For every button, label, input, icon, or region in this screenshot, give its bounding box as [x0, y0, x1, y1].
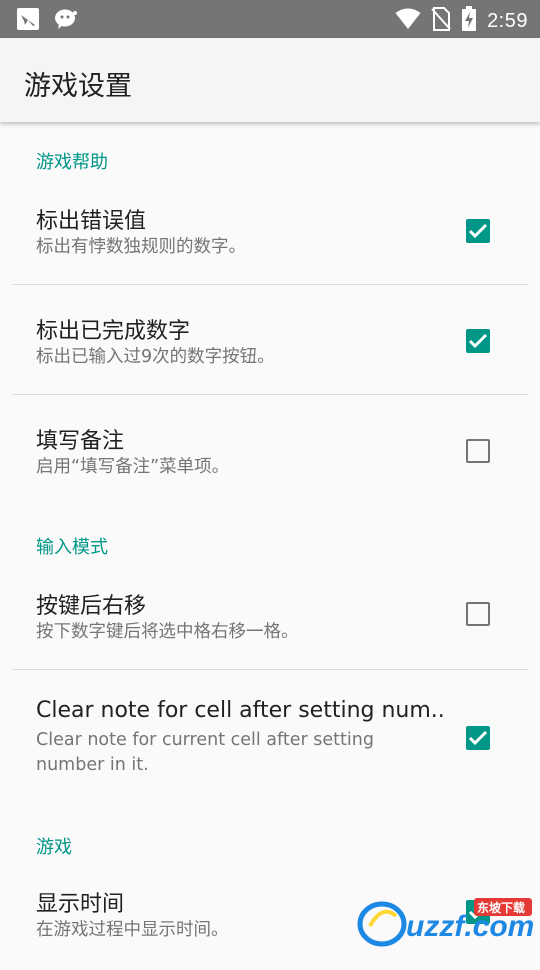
pref-summary: Clear note for current cell after settin… — [36, 730, 374, 775]
divider — [12, 669, 528, 670]
category-game: 游戏 — [36, 837, 72, 858]
pref-fill-notes[interactable]: 填写备注 启用“填写备注”菜单项。 — [0, 405, 540, 505]
pref-summary: 按下数字键后将选中格右移一格。 — [36, 622, 299, 642]
mark-completed-checkbox[interactable] — [466, 329, 490, 353]
pref-title: 标出错误值 — [36, 209, 147, 234]
status-bar: 2:59 — [0, 0, 540, 38]
clear-note-checkbox[interactable] — [466, 726, 490, 750]
pref-clear-note[interactable]: Clear note for cell after setting num.. … — [0, 680, 540, 810]
status-time: 2:59 — [487, 9, 528, 32]
category-game-help: 游戏帮助 — [36, 152, 108, 173]
mark-errors-checkbox[interactable] — [466, 219, 490, 243]
pref-mark-errors[interactable]: 标出错误值 标出有悖数独规则的数字。 — [0, 185, 540, 285]
pref-title: Clear note for cell after setting num.. — [36, 698, 445, 723]
wifi-icon — [395, 8, 421, 34]
watermark-logo: uzzf.com 东坡下载 — [356, 896, 536, 948]
no-sim-icon — [431, 7, 451, 35]
status-bar-right: 2:59 — [395, 6, 528, 36]
move-right-checkbox[interactable] — [466, 602, 490, 626]
battery-charging-icon — [461, 6, 477, 36]
app-bar: 游戏设置 — [0, 38, 540, 122]
page-title: 游戏设置 — [24, 71, 132, 102]
pref-title: 填写备注 — [36, 429, 125, 454]
divider — [12, 394, 528, 395]
pref-title: 显示时间 — [36, 892, 125, 917]
notification-icon — [16, 7, 40, 35]
divider — [12, 284, 528, 285]
pref-summary: 标出有悖数独规则的数字。 — [36, 237, 246, 257]
pref-summary: 启用“填写备注”菜单项。 — [36, 457, 230, 477]
pref-summary: 标出已输入过9次的数字按钮。 — [36, 347, 275, 367]
category-input-mode: 输入模式 — [36, 537, 108, 558]
pref-title: 按键后右移 — [36, 594, 147, 619]
pref-move-right[interactable]: 按键后右移 按下数字键后将选中格右移一格。 — [0, 570, 540, 670]
wechat-icon — [54, 7, 80, 35]
pref-title: 标出已完成数字 — [36, 319, 191, 344]
fill-notes-checkbox[interactable] — [466, 439, 490, 463]
status-bar-left — [16, 7, 80, 35]
watermark-badge: 东坡下载 — [477, 900, 525, 915]
pref-mark-completed[interactable]: 标出已完成数字 标出已输入过9次的数字按钮。 — [0, 295, 540, 395]
